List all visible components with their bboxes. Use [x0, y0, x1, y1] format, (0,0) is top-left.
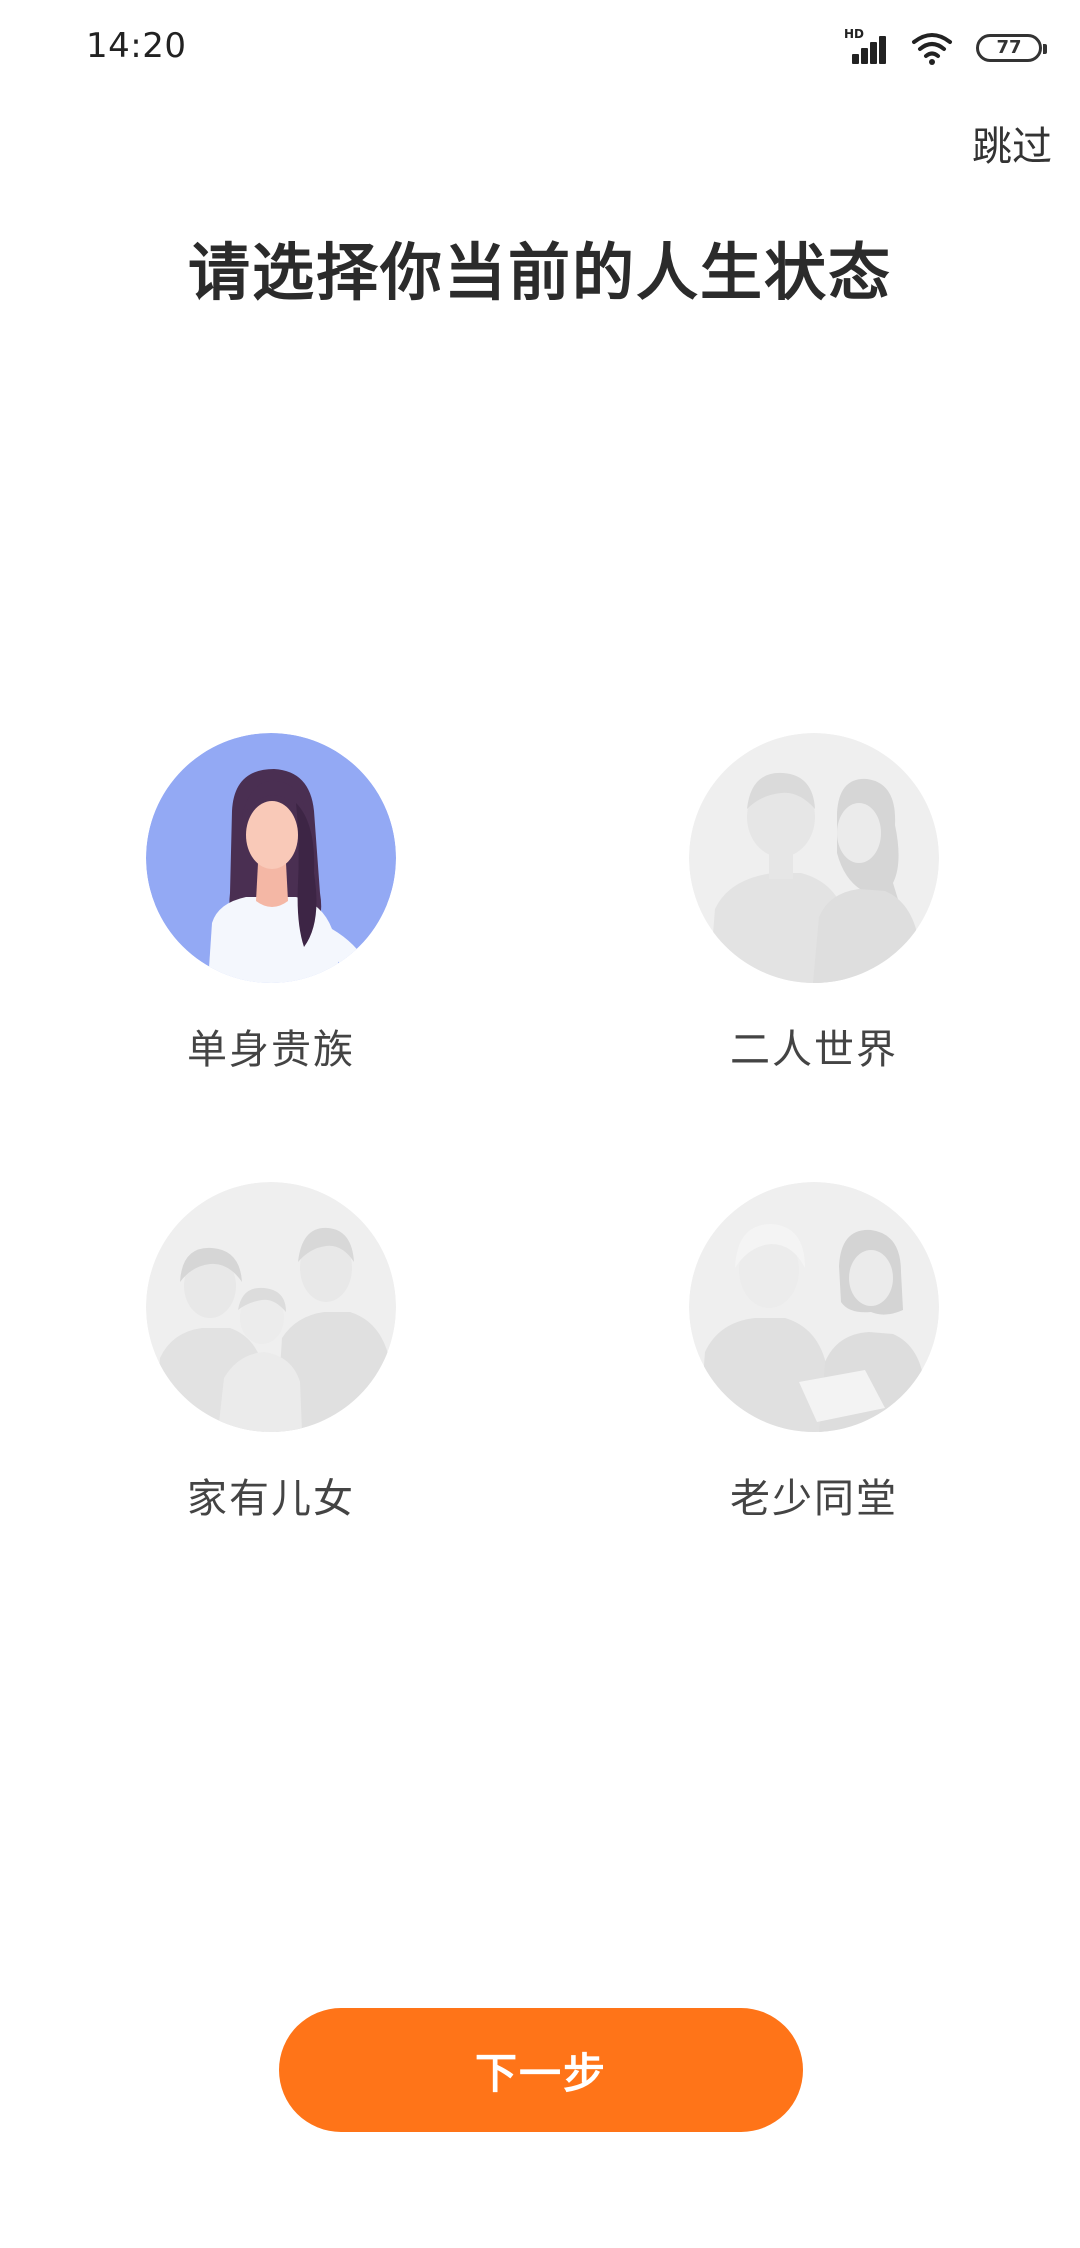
battery-level: 77 [996, 37, 1022, 58]
wifi-icon [912, 33, 952, 65]
status-time: 14:20 [86, 26, 187, 66]
option-label: 家有儿女 [187, 1476, 355, 1522]
single-woman-icon [146, 733, 396, 983]
next-button[interactable]: 下一步 [279, 2008, 803, 2132]
status-bar: 14:20 HD 77 [0, 0, 1080, 96]
option-label: 老少同堂 [730, 1476, 898, 1522]
option-label: 单身贵族 [187, 1027, 355, 1073]
multi-generation-icon [689, 1182, 939, 1432]
family-icon [146, 1182, 396, 1432]
option-family[interactable]: 家有儿女 [111, 1182, 431, 1524]
status-icons: HD 77 [844, 24, 1047, 72]
cellular-signal-icon: HD [844, 28, 888, 68]
couple-icon [689, 733, 939, 983]
option-label: 二人世界 [730, 1027, 898, 1073]
option-couple[interactable]: 二人世界 [654, 733, 974, 1075]
page-title: 请选择你当前的人生状态 [187, 236, 892, 309]
skip-button[interactable]: 跳过 [972, 114, 1052, 172]
battery-icon: 77 [976, 34, 1047, 62]
option-single[interactable]: 单身贵族 [111, 733, 431, 1075]
network-type-label: HD [844, 27, 865, 41]
option-generations[interactable]: 老少同堂 [654, 1182, 974, 1524]
